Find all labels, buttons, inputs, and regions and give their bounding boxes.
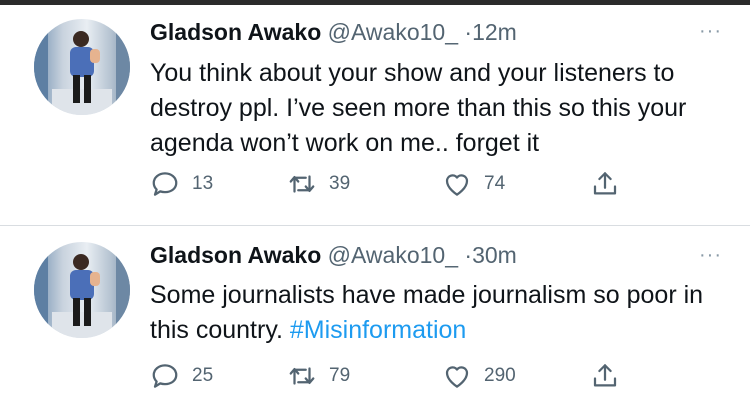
- reply-icon: [152, 364, 178, 388]
- like-count: 290: [484, 365, 516, 386]
- hashtag-link[interactable]: #Misinformation: [290, 316, 466, 344]
- tweet-actions: 25 79 290: [0, 361, 750, 391]
- reply-count: 25: [192, 365, 214, 386]
- reply-button[interactable]: 13: [150, 169, 213, 199]
- tweet-text-body: You think about your show and your liste…: [150, 59, 687, 157]
- reply-icon: [152, 172, 178, 196]
- heart-icon: [445, 366, 469, 388]
- retweet-icon: [289, 175, 315, 193]
- tweet-actions: 13 39 74: [0, 169, 750, 199]
- tweet-header: Gladson Awako @Awako10_ ·30m: [150, 242, 517, 269]
- tweet-text: Some journalists have made journalism so…: [150, 278, 740, 348]
- avatar[interactable]: [34, 242, 130, 338]
- tweet-header: Gladson Awako @Awako10_ ·12m: [150, 19, 517, 46]
- more-icon[interactable]: ···: [699, 20, 722, 43]
- like-count: 74: [484, 173, 506, 194]
- avatar[interactable]: [34, 19, 130, 115]
- like-button[interactable]: 290: [442, 361, 516, 391]
- share-button[interactable]: [590, 361, 620, 391]
- reply-count: 13: [192, 173, 214, 194]
- author-name[interactable]: Gladson Awako: [150, 19, 321, 45]
- author-name[interactable]: Gladson Awako: [150, 242, 321, 268]
- heart-icon: [445, 174, 469, 196]
- retweet-icon: [289, 367, 315, 385]
- author-handle[interactable]: @Awako10_: [328, 19, 458, 45]
- tweet[interactable]: Gladson Awako @Awako10_ ·12m ··· You thi…: [0, 5, 750, 225]
- retweet-count: 39: [329, 173, 351, 194]
- share-icon: [593, 172, 617, 195]
- separator-dot: ·: [464, 19, 473, 45]
- timestamp[interactable]: 12m: [472, 19, 517, 45]
- retweet-button[interactable]: 39: [287, 169, 350, 199]
- timestamp[interactable]: 30m: [472, 242, 517, 268]
- share-button[interactable]: [590, 169, 620, 199]
- tweet-text: You think about your show and your liste…: [150, 56, 740, 161]
- reply-button[interactable]: 25: [150, 361, 213, 391]
- share-icon: [593, 364, 617, 387]
- retweet-button[interactable]: 79: [287, 361, 350, 391]
- separator-dot: ·: [464, 242, 473, 268]
- like-button[interactable]: 74: [442, 169, 505, 199]
- tweet[interactable]: Gladson Awako @Awako10_ ·30m ··· Some jo…: [0, 226, 750, 403]
- more-icon[interactable]: ···: [699, 244, 722, 267]
- retweet-count: 79: [329, 365, 351, 386]
- author-handle[interactable]: @Awako10_: [328, 242, 458, 268]
